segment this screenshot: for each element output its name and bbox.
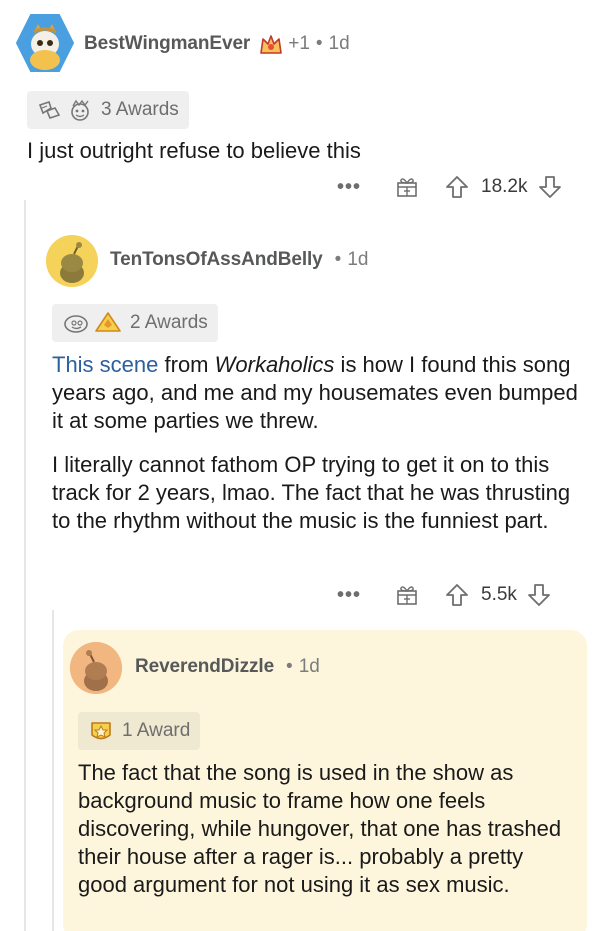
show-title: Workaholics: [214, 352, 335, 377]
username[interactable]: ReverendDizzle: [135, 656, 274, 678]
award-icon-1: [62, 312, 90, 334]
comment-age: 1d: [347, 249, 369, 270]
give-award-icon[interactable]: [395, 175, 419, 199]
downvote-arrow-icon[interactable]: [538, 174, 562, 200]
awards-badge[interactable]: 1 Award: [78, 712, 201, 750]
user-avatar[interactable]: [70, 642, 122, 694]
award-icon-1: [37, 99, 63, 121]
scene-link[interactable]: This scene: [52, 352, 158, 377]
meta-separator: •: [286, 656, 293, 677]
awards-badge[interactable]: 2 Awards: [52, 304, 218, 342]
user-avatar[interactable]: [46, 235, 98, 287]
upvote-arrow-icon[interactable]: [445, 174, 469, 200]
vote-count: 5.5k: [481, 584, 517, 605]
award-icon-2: [67, 98, 93, 122]
flair-award-icon: [258, 33, 284, 55]
thread-line-level2[interactable]: [52, 610, 54, 931]
comment-age: 1d: [298, 656, 320, 677]
body-text: from: [158, 352, 215, 377]
more-options-button[interactable]: •••: [337, 584, 361, 607]
vote-count: 18.2k: [481, 176, 528, 197]
awards-badge[interactable]: 3 Awards: [27, 91, 189, 129]
awards-count: 2 Awards: [130, 312, 208, 333]
award-icon-1: [88, 719, 114, 743]
awards-count: 3 Awards: [101, 99, 179, 120]
comment-age: 1d: [328, 33, 350, 54]
body-paragraph: I literally cannot fathom OP trying to g…: [52, 452, 571, 533]
username[interactable]: BestWingmanEver: [84, 33, 250, 55]
user-avatar[interactable]: [16, 14, 74, 72]
meta-separator: •: [315, 33, 323, 54]
username[interactable]: TenTonsOfAssAndBelly: [110, 249, 323, 271]
snoo-avatar-icon: [46, 235, 98, 287]
award-icon-2: [94, 311, 122, 335]
flair-count: +1: [288, 33, 310, 54]
snoo-avatar-icon: [16, 14, 74, 72]
more-options-button[interactable]: •••: [337, 176, 361, 199]
downvote-arrow-icon[interactable]: [527, 582, 551, 608]
comment-body: This scene from Workaholics is how I fou…: [52, 351, 587, 535]
thread-line-level1[interactable]: [24, 200, 26, 931]
comment-body: The fact that the song is used in the sh…: [78, 760, 562, 897]
meta-separator: •: [334, 249, 342, 270]
give-award-icon[interactable]: [395, 583, 419, 607]
comment-body: I just outright refuse to believe this: [27, 138, 361, 163]
upvote-arrow-icon[interactable]: [445, 582, 469, 608]
snoo-avatar-icon: [70, 642, 122, 694]
awards-count: 1 Award: [122, 720, 191, 741]
